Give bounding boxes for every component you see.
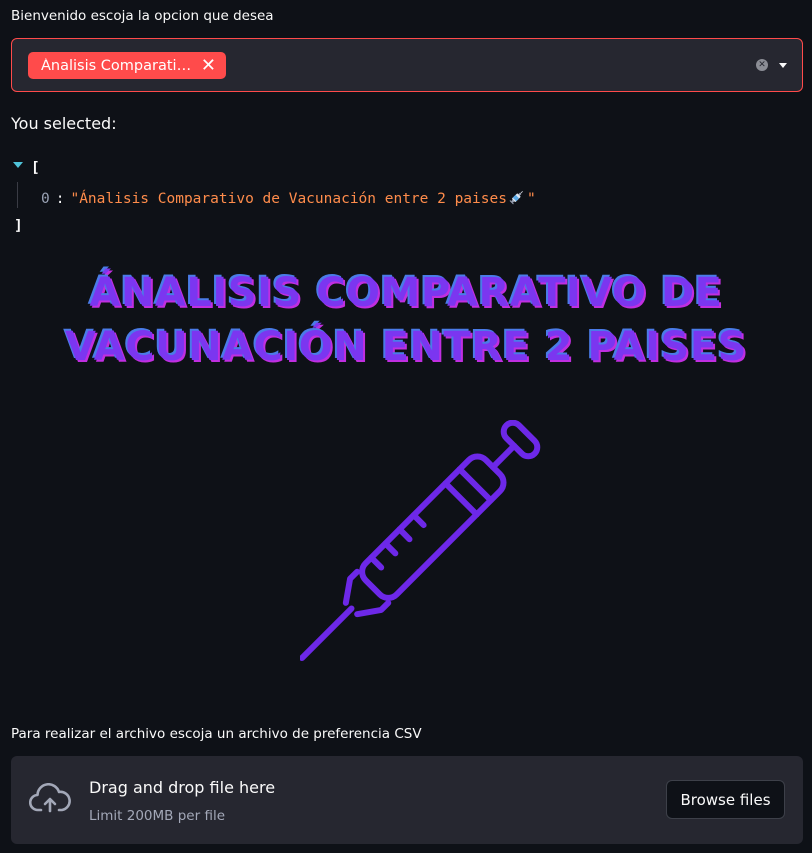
chevron-down-icon[interactable] — [779, 63, 787, 68]
selected-chip[interactable]: Ánalisis Comparati… ✕ — [28, 52, 226, 79]
title-line-2: VACUNACIÓN ENTRE 2 PAISES — [65, 324, 747, 370]
json-value: "Ánalisis Comparativo de Vacunación entr… — [70, 191, 507, 207]
cloud-upload-icon — [28, 783, 71, 819]
syringe-icon — [509, 189, 525, 209]
file-dropzone[interactable]: Drag and drop file here Limit 200MB per … — [11, 756, 803, 844]
json-indent-guide — [17, 182, 18, 208]
multiselect-input[interactable]: Ánalisis Comparati… ✕ ✕ — [11, 38, 803, 92]
uploader-label: Para realizar el archivo escoja un archi… — [11, 726, 422, 742]
title-line-1: ÁNALISIS COMPARATIVO DE — [89, 270, 723, 316]
dropzone-limit: Limit 200MB per file — [89, 808, 226, 824]
json-index: 0 — [41, 191, 50, 207]
close-icon[interactable]: ✕ — [201, 56, 216, 75]
page-title: ÁNALISIS COMPARATIVO DE VACUNACIÓN ENTRE… — [0, 266, 812, 374]
dropzone-title: Drag and drop file here — [89, 778, 276, 797]
multiselect-label: Bienvenido escoja la opcion que desea — [11, 8, 274, 24]
json-open-bracket: [ — [31, 160, 40, 176]
json-close-bracket: ] — [14, 218, 23, 234]
browse-files-button[interactable]: Browse files — [666, 780, 785, 819]
json-item: 0 : "Ánalisis Comparativo de Vacunación … — [41, 189, 536, 209]
collapse-toggle-icon[interactable] — [13, 162, 23, 168]
json-separator: : — [55, 191, 65, 207]
chip-label: Ánalisis Comparati… — [41, 57, 191, 74]
selection-heading: You selected: — [11, 114, 117, 133]
syringe-icon — [299, 419, 545, 669]
clear-all-icon[interactable]: ✕ — [756, 59, 768, 71]
app-page: Bienvenido escoja la opcion que desea Án… — [0, 0, 812, 853]
json-value-end: " — [526, 191, 536, 207]
